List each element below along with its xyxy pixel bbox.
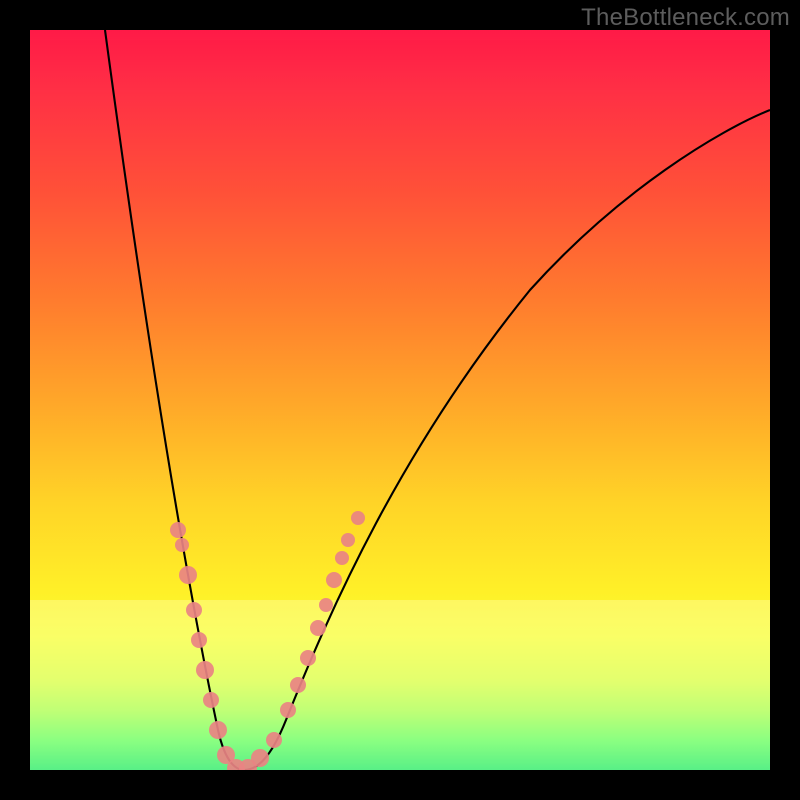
data-dot — [310, 620, 326, 636]
data-dot — [335, 551, 349, 565]
data-dot — [227, 759, 245, 770]
data-dot — [251, 749, 269, 767]
data-dot — [203, 692, 219, 708]
watermark-text: TheBottleneck.com — [581, 4, 790, 32]
right-branch-path — [244, 110, 770, 770]
data-dot — [280, 702, 296, 718]
data-dot — [191, 632, 207, 648]
curve-layer — [30, 30, 770, 770]
plot-area — [30, 30, 770, 770]
data-dot — [175, 538, 189, 552]
data-dots — [170, 511, 365, 770]
data-dot — [239, 759, 257, 770]
data-dot — [341, 533, 355, 547]
left-branch-path — [105, 30, 244, 770]
data-dot — [186, 602, 202, 618]
data-dot — [170, 522, 186, 538]
data-dot — [326, 572, 342, 588]
data-dot — [179, 566, 197, 584]
data-dot — [266, 732, 282, 748]
chart-frame: TheBottleneck.com — [0, 0, 800, 800]
data-dot — [319, 598, 333, 612]
data-dot — [196, 661, 214, 679]
data-dot — [290, 677, 306, 693]
data-dot — [217, 746, 235, 764]
data-dot — [209, 721, 227, 739]
highlight-band — [30, 600, 770, 770]
data-dot — [300, 650, 316, 666]
data-dot — [351, 511, 365, 525]
